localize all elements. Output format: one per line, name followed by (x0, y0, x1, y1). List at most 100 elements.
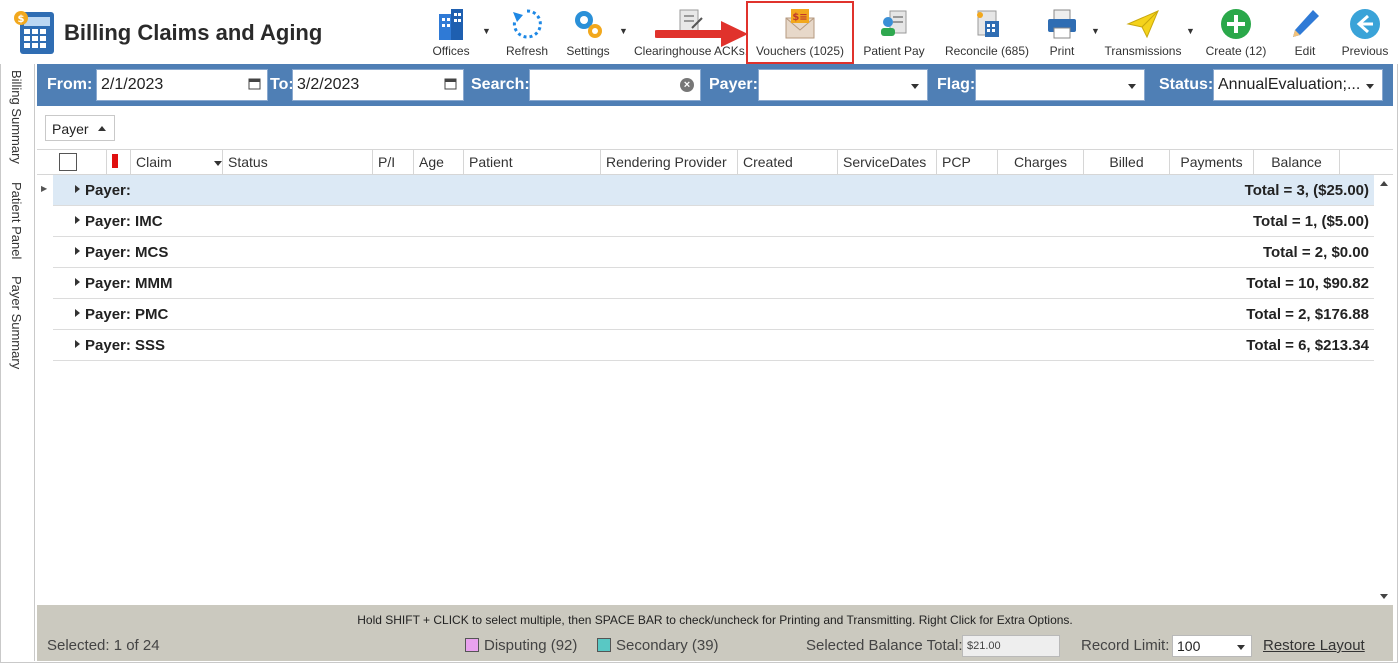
group-by-label: Payer (52, 121, 89, 137)
column-pcp[interactable]: PCP (937, 150, 998, 174)
flag-column-header[interactable] (107, 150, 131, 174)
previous-button[interactable]: Previous (1338, 4, 1392, 60)
settings-button[interactable]: Settings (562, 4, 614, 60)
flag-icon (112, 154, 118, 168)
sort-ascending-icon (98, 126, 106, 131)
chevron-down-icon: ▼ (482, 26, 491, 36)
group-row[interactable]: Payer: IMC Total = 1, ($5.00) (53, 206, 1374, 237)
printer-icon (1048, 9, 1076, 39)
column-service-dates[interactable]: ServiceDates (838, 150, 937, 174)
scroll-up-icon[interactable] (1380, 181, 1388, 186)
tab-patient-panel[interactable]: Patient Panel (9, 182, 24, 259)
gear-icon (575, 11, 602, 38)
arrow-left-circle-icon (1350, 9, 1380, 39)
pencil-icon (1293, 10, 1319, 37)
refresh-label: Refresh (505, 44, 549, 58)
column-patient[interactable]: Patient (464, 150, 601, 174)
print-label: Print (1049, 44, 1075, 58)
current-row-indicator-icon: ▶ (41, 184, 48, 193)
offices-dropdown[interactable]: ▼ (480, 4, 492, 60)
left-sidebar: Billing Summary Patient Panel Payer Summ… (1, 64, 35, 661)
chevron-down-icon (1237, 645, 1245, 650)
offices-label: Offices (432, 44, 470, 58)
expand-icon[interactable] (75, 216, 80, 224)
building-icon (439, 9, 463, 40)
create-button[interactable]: Create (12) (1204, 4, 1268, 60)
expand-icon[interactable] (75, 247, 80, 255)
column-claim[interactable]: Claim (131, 150, 223, 174)
group-by-chip[interactable]: Payer (45, 115, 115, 141)
print-dropdown[interactable]: ▼ (1089, 4, 1101, 60)
edit-button[interactable]: Edit (1282, 4, 1328, 60)
clear-icon[interactable]: × (680, 78, 694, 92)
calendar-icon[interactable] (444, 77, 457, 90)
group-row-total: Total = 10, $90.82 (1246, 275, 1369, 292)
chevron-down-icon (213, 160, 222, 166)
group-row[interactable]: Payer: SSS Total = 6, $213.34 (53, 330, 1374, 361)
from-date-field[interactable]: 2/1/2023 (96, 69, 268, 101)
chevron-down-icon: ▼ (1091, 26, 1100, 36)
restore-layout-link[interactable]: Restore Layout (1263, 637, 1365, 654)
group-row-total: Total = 3, ($25.00) (1244, 182, 1369, 199)
flag-select[interactable] (975, 69, 1145, 101)
plus-circle-icon (1221, 9, 1251, 39)
transmissions-label: Transmissions (1104, 44, 1182, 58)
column-pi[interactable]: P/I (373, 150, 414, 174)
offices-button[interactable]: Offices (428, 4, 474, 60)
transmissions-dropdown[interactable]: ▼ (1184, 4, 1196, 60)
status-select[interactable]: AnnualEvaluation;... (1213, 69, 1383, 101)
scroll-down-icon[interactable] (1380, 594, 1388, 599)
group-row-name: Payer: PMC (85, 306, 169, 323)
expand-icon[interactable] (75, 278, 80, 286)
search-input[interactable]: × (529, 69, 701, 101)
secondary-legend: Secondary (39) (616, 637, 719, 654)
group-row[interactable]: Payer: PMC Total = 2, $176.88 (53, 299, 1374, 330)
column-age[interactable]: Age (414, 150, 464, 174)
selected-balance-label: Selected Balance Total: (806, 637, 963, 654)
chevron-down-icon (1128, 84, 1136, 89)
to-date-value: 3/2/2023 (297, 76, 360, 93)
expand-icon[interactable] (75, 340, 80, 348)
column-created[interactable]: Created (738, 150, 838, 174)
transmissions-button[interactable]: Transmissions (1104, 4, 1182, 60)
refresh-icon (512, 9, 542, 39)
calendar-icon[interactable] (248, 77, 261, 90)
group-row-name: Payer: SSS (85, 337, 166, 354)
status-footer: Hold SHIFT + CLICK to select multiple, t… (37, 605, 1393, 661)
settings-dropdown[interactable]: ▼ (617, 4, 629, 60)
group-row[interactable]: Payer: MMM Total = 10, $90.82 (53, 268, 1374, 299)
payer-label: Payer: (709, 76, 758, 93)
group-row-name: Payer: MCS (85, 244, 169, 261)
refresh-button[interactable]: Refresh (502, 4, 552, 60)
group-row-name: Payer: (85, 182, 131, 199)
tab-billing-summary[interactable]: Billing Summary (9, 70, 24, 164)
to-date-field[interactable]: 3/2/2023 (292, 69, 464, 101)
column-billed[interactable]: Billed (1084, 150, 1170, 174)
patient-pay-label: Patient Pay (863, 44, 925, 58)
secondary-swatch (597, 638, 611, 652)
column-status[interactable]: Status (223, 150, 373, 174)
column-balance[interactable]: Balance (1254, 150, 1340, 174)
payer-select[interactable] (758, 69, 928, 101)
search-label: Search: (471, 76, 530, 93)
column-payments[interactable]: Payments (1170, 150, 1254, 174)
record-limit-value: 100 (1177, 638, 1201, 654)
group-row[interactable]: Payer: MCS Total = 2, $0.00 (53, 237, 1374, 268)
to-label: To: (270, 76, 294, 93)
edit-label: Edit (1294, 44, 1316, 58)
record-limit-select[interactable]: 100 (1172, 635, 1252, 657)
create-label: Create (12) (1205, 44, 1267, 58)
column-rendering-provider[interactable]: Rendering Provider (601, 150, 738, 174)
vertical-scrollbar[interactable] (1376, 175, 1392, 605)
reconcile-button[interactable]: Reconcile (685) (944, 4, 1030, 60)
column-charges[interactable]: Charges (998, 150, 1084, 174)
patient-pay-button[interactable]: Patient Pay (860, 4, 928, 60)
expand-icon[interactable] (75, 185, 80, 193)
status-label: Status: (1159, 76, 1214, 93)
record-limit-label: Record Limit: (1081, 637, 1170, 654)
group-row[interactable]: Payer: Total = 3, ($25.00) (53, 175, 1374, 206)
print-button[interactable]: Print (1040, 4, 1084, 60)
reconcile-label: Reconcile (685) (944, 44, 1030, 58)
tab-payer-summary[interactable]: Payer Summary (9, 276, 24, 369)
expand-icon[interactable] (75, 309, 80, 317)
